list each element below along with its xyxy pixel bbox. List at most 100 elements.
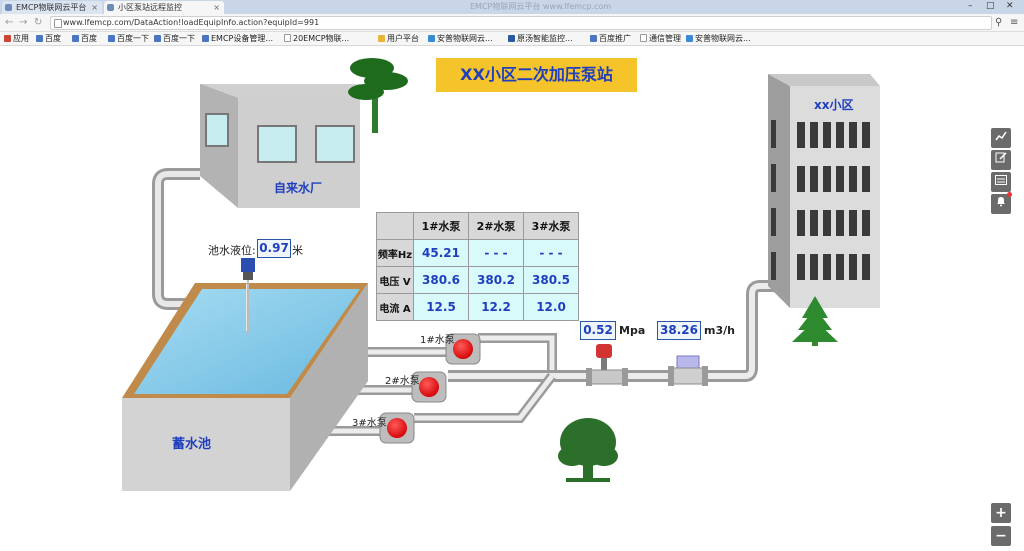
pump-data-table: 1#水泵 2#水泵 3#水泵 频率Hz 45.21 - - - - - - 电压… <box>376 212 579 321</box>
building-window <box>810 122 818 148</box>
minimize-icon[interactable]: – <box>968 0 973 12</box>
close-tab-icon[interactable]: × <box>213 1 220 14</box>
bookmark[interactable]: 安普物联网云... <box>686 32 751 45</box>
bookmark[interactable]: 20EMCP物联... <box>284 32 349 45</box>
menu-icon[interactable]: ≡ <box>1010 16 1018 29</box>
table-cell: 45.21 <box>413 239 469 267</box>
bookmark-icon <box>72 35 79 42</box>
building-window <box>823 122 831 148</box>
table-row: 电流 A 12.5 12.2 12.0 <box>376 293 579 321</box>
page-icon <box>640 34 647 42</box>
bell-icon-button[interactable] <box>991 194 1011 214</box>
edit-icon <box>995 152 1007 163</box>
flow-value: 38.26 <box>657 321 701 340</box>
pump-station-scene: XX小区二次加压泵站 自来水厂 蓄水池 xx小区 池水液位: 0.97 米 0.… <box>0 46 1024 551</box>
reservoir-label: 蓄水池 <box>172 437 212 452</box>
bookmark[interactable]: 原汤智能监控... <box>508 32 573 45</box>
tab-pump-monitor[interactable]: 小区泵站远程监控 × <box>104 1 224 14</box>
edit-icon-button[interactable] <box>991 150 1011 170</box>
reservoir <box>122 283 368 491</box>
list-icon-button[interactable] <box>991 172 1011 192</box>
forward-icon[interactable]: → <box>19 16 27 29</box>
back-icon[interactable]: ← <box>5 16 13 29</box>
waterworks-label: 自来水厂 <box>274 181 323 195</box>
building-window <box>849 254 857 280</box>
tab-emcp[interactable]: EMCP物联网云平台 × <box>2 1 102 14</box>
building-side-window <box>771 164 776 192</box>
bookmark[interactable]: 百度一下 <box>154 32 195 45</box>
building-window <box>823 210 831 236</box>
table-header: 2#水泵 <box>468 212 524 240</box>
favicon-icon <box>5 4 12 11</box>
tree-bottom-icon <box>558 418 618 482</box>
building-window <box>836 210 844 236</box>
bookmark-icon <box>108 35 115 42</box>
building-side-window <box>771 208 776 236</box>
building-window <box>836 166 844 192</box>
zoom-out-button[interactable]: − <box>991 526 1011 546</box>
list-icon <box>995 175 1007 185</box>
table-cell: 12.0 <box>523 293 579 321</box>
table-row: 频率Hz 45.21 - - - - - - <box>376 239 579 267</box>
building-window <box>823 166 831 192</box>
bookmark[interactable]: 用户平台 <box>378 32 419 45</box>
building-window <box>836 254 844 280</box>
building-label: xx小区 <box>814 98 854 112</box>
apps-icon <box>4 35 11 42</box>
page-icon <box>54 19 62 28</box>
pump-2-label: 2#水泵 <box>385 376 420 387</box>
bookmark[interactable]: 百度一下 <box>108 32 149 45</box>
row-label: 电压 V <box>376 266 414 294</box>
chart-icon-button[interactable] <box>991 128 1011 148</box>
page-title: XX小区二次加压泵站 <box>436 58 637 92</box>
favicon-icon <box>107 4 114 11</box>
maximize-icon[interactable]: □ <box>986 0 995 12</box>
folder-icon <box>378 35 385 42</box>
bell-icon <box>997 197 1005 207</box>
table-cell: - - - <box>468 239 524 267</box>
building-window <box>849 210 857 236</box>
building-window <box>862 166 870 192</box>
table-cell: 380.2 <box>468 266 524 294</box>
building-window <box>862 210 870 236</box>
bookmark[interactable]: 通信管理 <box>640 32 681 45</box>
building-window <box>797 254 805 280</box>
reload-icon[interactable]: ↻ <box>34 16 42 29</box>
bookmark-icon <box>36 35 43 42</box>
building-window <box>797 166 805 192</box>
zoom-in-button[interactable]: + <box>991 503 1011 523</box>
level-unit: 米 <box>292 244 303 257</box>
notification-dot <box>1007 192 1012 197</box>
bookmark[interactable]: 百度推广 <box>590 32 631 45</box>
bookmarks-bar: 应用 百度 百度 百度一下 百度一下 EMCP设备管理... 20EMCP物联.… <box>0 32 1024 46</box>
table-cell: 380.6 <box>413 266 469 294</box>
bookmark[interactable]: 安普物联网云... <box>428 32 493 45</box>
chart-icon <box>995 131 1007 141</box>
building-side-window <box>771 252 776 280</box>
bookmark-icon <box>154 35 161 42</box>
browser-tab-bar: EMCP物联网云平台 × 小区泵站远程监控 × EMCP物联网云平台 www.l… <box>0 0 1024 14</box>
bookmark[interactable]: 百度 <box>72 32 97 45</box>
bookmark[interactable]: EMCP设备管理... <box>202 32 273 45</box>
pressure-unit: Mpa <box>619 324 646 337</box>
table-cell: - - - <box>523 239 579 267</box>
url-input[interactable]: www.lfemcp.com/DataAction!loadEquipInfo.… <box>50 16 992 30</box>
table-header-row: 1#水泵 2#水泵 3#水泵 <box>376 212 579 240</box>
table-cell: 12.5 <box>413 293 469 321</box>
bookmark[interactable]: 应用 <box>4 32 29 45</box>
close-window-icon[interactable]: ✕ <box>1006 0 1014 12</box>
bookmark[interactable]: 百度 <box>36 32 61 45</box>
building-window <box>810 254 818 280</box>
url-text: www.lfemcp.com/DataAction!loadEquipInfo.… <box>63 18 320 27</box>
zoom-icon[interactable]: ⚲ <box>995 16 1002 29</box>
building-window <box>849 122 857 148</box>
bookmark-icon <box>686 35 693 42</box>
building-window <box>797 122 805 148</box>
bookmark-icon <box>202 35 209 42</box>
window-title: EMCP物联网云平台 www.lfemcp.com <box>470 2 612 11</box>
page-icon <box>284 34 291 42</box>
building-window <box>836 122 844 148</box>
building-window <box>862 122 870 148</box>
close-tab-icon[interactable]: × <box>91 1 98 14</box>
building-side-window <box>771 120 776 148</box>
